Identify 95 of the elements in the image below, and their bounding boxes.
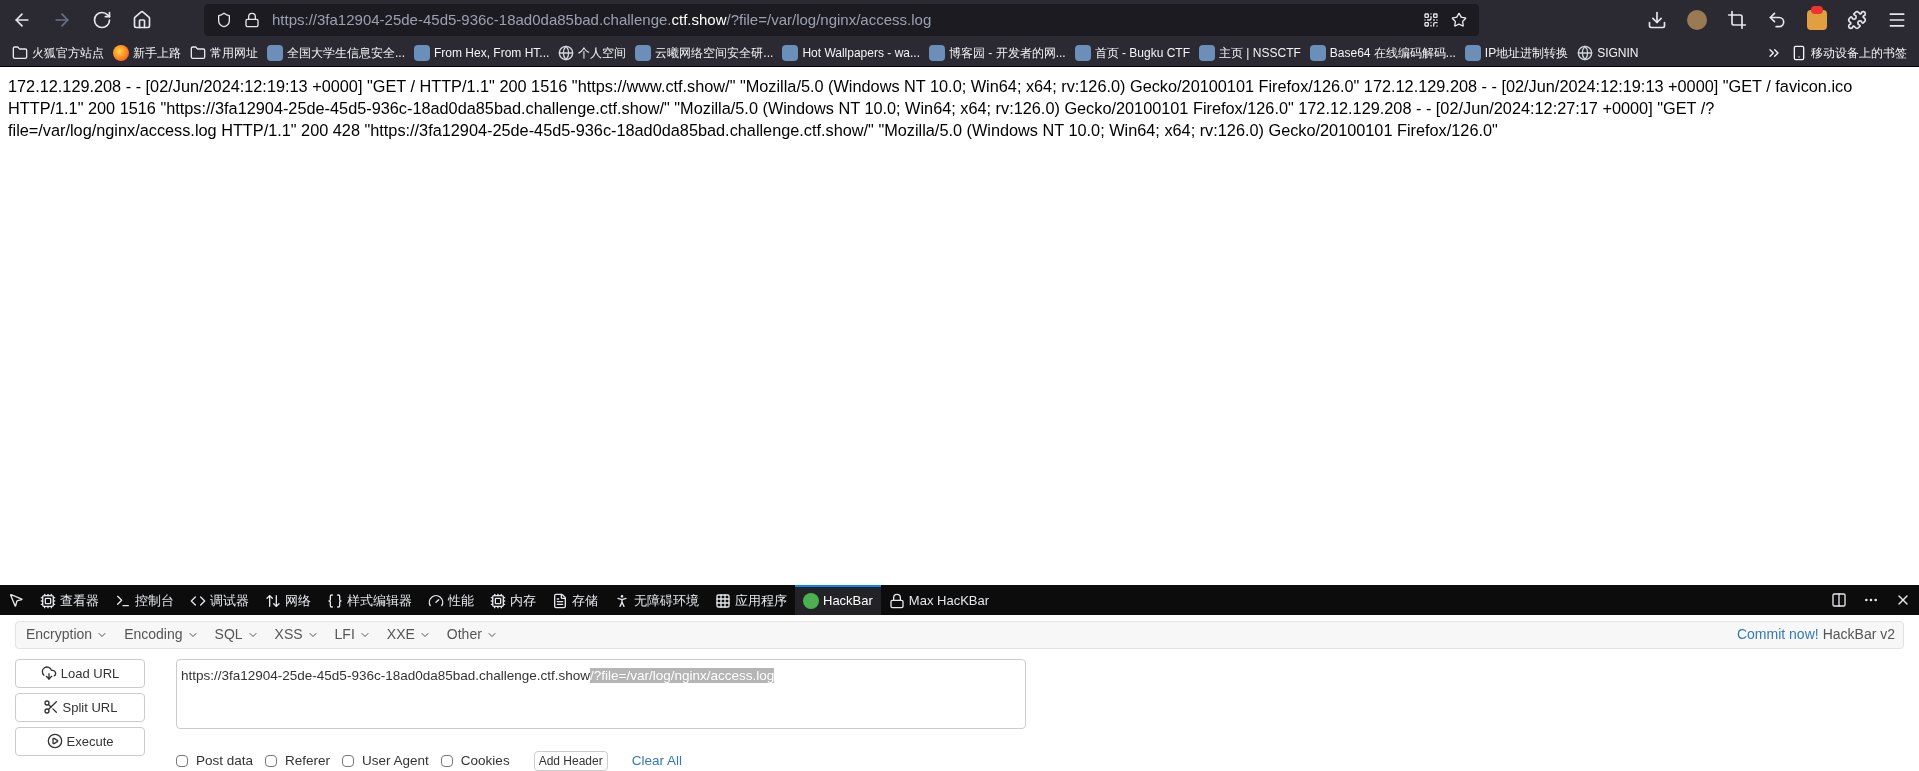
reload-icon[interactable] [92, 10, 112, 30]
dock-icon[interactable] [1831, 592, 1847, 608]
bookmark-item[interactable]: 火狐官方站点 [32, 44, 104, 62]
devtools-tab[interactable]: 存储 [544, 585, 606, 615]
bookmark-item[interactable]: From Hex, From HT... [434, 44, 550, 62]
tab-icon [190, 593, 206, 609]
favicon-icon [1309, 45, 1326, 61]
tab-icon [888, 593, 905, 609]
menu-dropdown[interactable]: Encoding [118, 624, 205, 646]
tab-icon [40, 593, 56, 609]
bookmark-item[interactable]: 新手上路 [133, 44, 181, 62]
devtools-tab[interactable]: 样式编辑器 [319, 585, 420, 615]
favicon-icon [782, 45, 799, 61]
devtools-tab[interactable]: 无障碍环境 [606, 585, 707, 615]
url-text: https://3fa12904-25de-45d5-936c-18ad0da85bad.challenge.ctf.show/?file=/var/log/nginx/access.log [272, 9, 932, 30]
bookmark-item[interactable]: 博客园 - 开发者的网... [948, 44, 1066, 62]
devtools-tab[interactable]: 查看器 [32, 585, 107, 615]
tab-icon [614, 593, 630, 609]
tab-icon [115, 593, 131, 609]
extensions-icon[interactable] [1847, 10, 1867, 30]
bookmark-item[interactable]: Base64 在线编码解码... [1329, 44, 1456, 62]
hackbar-button[interactable]: Load URL [15, 658, 145, 688]
option-label: Referer [285, 751, 331, 770]
cloud-download-icon [40, 665, 57, 682]
hackbar-button[interactable]: Execute [15, 726, 145, 756]
tab-icon [428, 593, 444, 609]
favicon-icon [414, 45, 430, 61]
menu-dropdown[interactable]: Encryption [20, 624, 115, 646]
tab-icon [327, 593, 343, 609]
devtools-tab[interactable]: 调试器 [182, 585, 257, 615]
crop-icon[interactable] [1727, 10, 1747, 30]
option-label: Cookies [460, 751, 510, 770]
address-bar[interactable]: https://3fa12904-25de-45d5-936c-18ad0da85bad.challenge.ctf.show/?file=/var/log/nginx/access.log [204, 4, 1479, 36]
checkbox[interactable] [342, 754, 355, 767]
log-text: 172.12.129.208 - - [02/Jun/2024:12:19:13 +0000] "GET / HTTP/1.1" 200 1516 "https://www.ctf.show/" "Mozilla/5.0 (Windows NT 10.0; Win64; x64; rv:126.0) Gecko/20100101 Firefox/126.0" 172.12.129.208 - - [02/Jun/2024:12:19:13 +0000] "GET / favicon.ico HTTP/1.1" 200 1516 "https://3fa12904-25de-45d5-936c-18ad0da85bad.challenge.ctf.show/" "Mozilla/5.0 (Windows NT 10.0; Win64; x64; rv:126.0) Gecko/20100101 Firefox/126.0" 172.12.129.208 - - [02/Jun/2024:12:27:17 +0000] "GET /? file=/var/log/nginx/access.log HTTP/1.1" 200 428 "https://3fa12904-25de-45d5-936c-18ad0da85bad.challenge.ctf.show/" "Mozilla/5.0 (Windows NT 10.0; Win64; x64; rv:126.0) Gecko/20100101 Firefox/126.0" [8, 76, 1854, 141]
favicon-icon [267, 45, 283, 61]
menu-dropdown[interactable]: SQL [208, 624, 265, 646]
bookmark-star-icon[interactable] [1451, 12, 1467, 28]
bookmark-item[interactable]: 全国大学生信息安全... [287, 44, 405, 62]
devtools-tab[interactable]: 性能 [420, 585, 482, 615]
devtools-tab[interactable]: 网络 [257, 585, 319, 615]
checkbox[interactable] [265, 754, 278, 767]
folder-icon [190, 45, 206, 61]
favicon-icon [635, 45, 652, 61]
download-icon[interactable] [1647, 10, 1667, 30]
bookmark-item[interactable]: SIGNIN [1597, 44, 1639, 62]
home-icon[interactable] [132, 10, 152, 30]
menu-icon[interactable] [1887, 10, 1907, 30]
bookmark-item[interactable]: Hot Wallpapers - wa... [802, 44, 920, 62]
devtools-tab[interactable]: 应用程序 [707, 585, 795, 615]
hackbar-button[interactable]: Split URL [15, 692, 145, 722]
bookmark-item[interactable]: 云曦网络空间安全研... [655, 44, 774, 62]
menu-dropdown[interactable]: LFI [328, 624, 377, 646]
add-header-button[interactable]: Add Header [533, 750, 608, 771]
bookmark-item[interactable]: 主页 | NSSCTF [1219, 44, 1301, 62]
undo-icon[interactable] [1767, 10, 1787, 30]
devtools-tab[interactable]: 控制台 [107, 585, 182, 615]
bookmark-item[interactable]: 个人空间 [578, 44, 627, 62]
devtools-tab[interactable]: 内存 [482, 585, 544, 615]
favicon-icon [928, 45, 945, 61]
lock-icon [244, 12, 260, 28]
phone-icon [1791, 45, 1807, 61]
avatar-icon[interactable] [1687, 10, 1707, 30]
option-label: Post data [196, 751, 254, 770]
clear-all-link[interactable]: Clear All [631, 750, 682, 771]
tab-icon [715, 593, 731, 609]
favicon-icon [1464, 45, 1481, 61]
play-icon [46, 733, 63, 750]
url-textarea[interactable]: https://3fa12904-25de-45d5-936c-18ad0da85bad.challenge.ctf.show/?file=/var/log/nginx/access.log [176, 658, 1026, 729]
tab-icon [265, 593, 281, 609]
tab-icon [552, 593, 568, 609]
folder-icon [12, 45, 28, 61]
globe-icon [558, 45, 575, 61]
devtools-tab[interactable]: HackBar [795, 585, 881, 615]
favicon-icon [1199, 45, 1215, 61]
menu-dropdown[interactable]: XSS [268, 624, 325, 646]
commit-link[interactable]: Commit now! [1736, 624, 1819, 646]
shield-icon [216, 12, 232, 28]
option-label: User Agent [362, 751, 429, 770]
menu-dropdown[interactable]: XXE [380, 624, 437, 646]
tab-icon [490, 593, 506, 609]
checkbox[interactable] [440, 754, 453, 767]
menu-dropdown[interactable]: Other [440, 624, 504, 646]
devtools-tab[interactable]: Max HacKBar [880, 585, 998, 615]
scissors-icon [42, 699, 59, 716]
checkbox[interactable] [176, 754, 188, 767]
bookmark-item[interactable]: 移动设备上的书签 [1811, 44, 1907, 62]
bookmark-item[interactable]: 常用网址 [210, 44, 258, 62]
globe-icon [1577, 45, 1594, 61]
favicon-icon [1074, 45, 1091, 61]
bookmark-item[interactable]: 首页 - Bugku CTF [1094, 44, 1190, 62]
version-label: HackBar v2 [1822, 625, 1895, 645]
picker-icon[interactable] [8, 592, 24, 608]
qr-code-icon[interactable] [1423, 12, 1439, 28]
bookmark-item[interactable]: IP地址进制转换 [1484, 44, 1569, 62]
